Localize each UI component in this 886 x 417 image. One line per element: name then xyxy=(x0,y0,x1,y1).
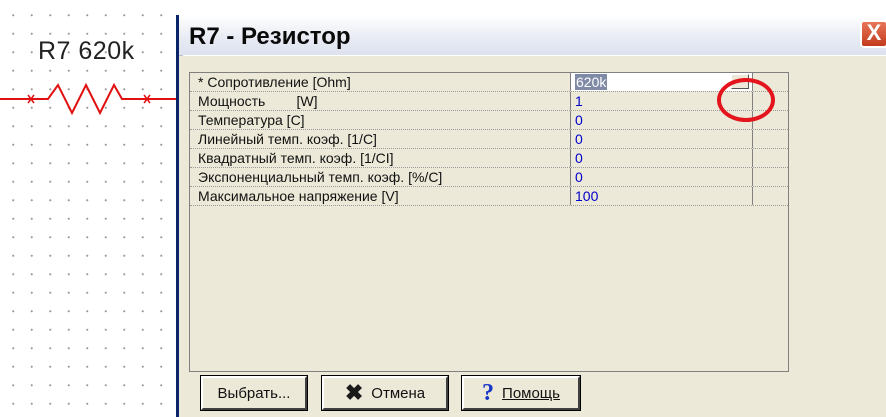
property-value-text[interactable]: 620k xyxy=(575,74,608,90)
resistor-properties-dialog: R7 - Резистор X * Сопротивление [Ohm] 62… xyxy=(176,15,886,417)
property-row-max-voltage[interactable]: Максимальное напряжение [V] 100 xyxy=(190,187,788,206)
property-name[interactable]: Линейный темп. коэф. [1/C] xyxy=(190,130,571,148)
help-button[interactable]: ? Помощь xyxy=(461,375,581,411)
component-label[interactable]: R7 620k xyxy=(38,37,135,66)
resistor-symbol[interactable] xyxy=(0,75,178,115)
property-value-input[interactable]: 620k xyxy=(571,73,753,91)
select-button[interactable]: Выбрать... xyxy=(200,375,308,411)
property-row-linear-coef[interactable]: Линейный темп. коэф. [1/C] 0 xyxy=(190,130,788,149)
property-value[interactable]: 0 xyxy=(571,168,753,186)
property-name[interactable]: Мощность [W] xyxy=(190,92,571,110)
ellipsis-button[interactable]: ... xyxy=(731,74,749,89)
dialog-titlebar[interactable]: R7 - Резистор X xyxy=(179,15,886,56)
property-value[interactable]: 0 xyxy=(571,130,753,148)
property-value[interactable]: 100 xyxy=(571,187,753,205)
cancel-button[interactable]: ✖ Отмена xyxy=(321,375,449,411)
property-row-resistance[interactable]: * Сопротивление [Ohm] 620k ... xyxy=(190,73,788,92)
property-grid: * Сопротивление [Ohm] 620k ... Мощность … xyxy=(189,72,789,372)
property-name[interactable]: Экспоненциальный темп. коэф. [%/C] xyxy=(190,168,571,186)
select-button-label: Выбрать... xyxy=(217,384,291,402)
cancel-button-label: Отмена xyxy=(371,384,426,402)
property-row-quadratic-coef[interactable]: Квадратный темп. коэф. [1/CI] 0 xyxy=(190,149,788,168)
property-name[interactable]: * Сопротивление [Ohm] xyxy=(190,73,571,91)
property-value[interactable]: 0 xyxy=(571,149,753,167)
property-row-power[interactable]: Мощность [W] 1 xyxy=(190,92,788,111)
property-value[interactable]: 0 xyxy=(571,111,753,129)
property-value[interactable]: 1 xyxy=(571,92,753,110)
dialog-body: * Сопротивление [Ohm] 620k ... Мощность … xyxy=(183,55,886,417)
property-row-exponential-coef[interactable]: Экспоненциальный темп. коэф. [%/C] 0 xyxy=(190,168,788,187)
property-name[interactable]: Температура [C] xyxy=(190,111,571,129)
property-name[interactable]: Максимальное напряжение [V] xyxy=(190,187,571,205)
property-row-temperature[interactable]: Температура [C] 0 xyxy=(190,111,788,130)
help-question-icon: ? xyxy=(482,380,495,406)
help-button-label: Помощь xyxy=(502,384,560,402)
schematic-canvas[interactable]: R7 620k xyxy=(0,0,178,415)
close-button[interactable]: X xyxy=(860,20,886,48)
cancel-x-icon: ✖ xyxy=(344,380,364,405)
property-name[interactable]: Квадратный темп. коэф. [1/CI] xyxy=(190,149,571,167)
dialog-title: R7 - Резистор xyxy=(189,23,351,50)
